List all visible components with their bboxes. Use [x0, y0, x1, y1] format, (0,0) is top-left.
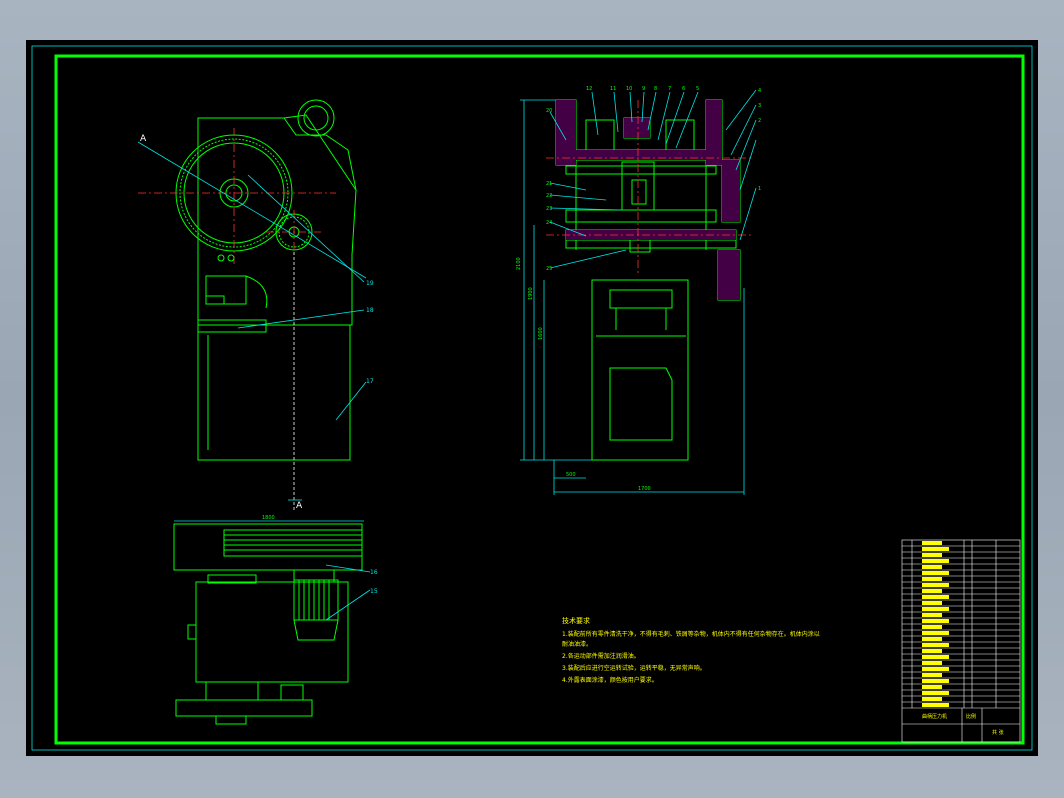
tech-note-line-2: 耐油油漆。 — [562, 640, 592, 648]
balloon-12: 12 — [586, 86, 592, 92]
technical-drawing: A A 19 18 17 1800 16 15 2100 1900 1600 5… — [31, 45, 1033, 751]
plan-view: 1800 16 15 — [173, 515, 378, 725]
title-block-row-text-mark — [922, 631, 949, 635]
balloon-2: 2 — [758, 118, 761, 124]
balloon-18: 18 — [366, 307, 374, 314]
title-block-row-text-mark — [922, 649, 942, 653]
tech-note-line-1: 1.装配前所有零件清洗干净，不得有毛刺、铁屑等杂物，机体内不得有任何杂物存在。机… — [562, 630, 820, 638]
cad-canvas[interactable]: A A 19 18 17 1800 16 15 2100 1900 1600 5… — [26, 40, 1038, 756]
balloon-19: 19 — [366, 280, 374, 287]
title-block-row-text-mark — [922, 625, 942, 629]
balloon-11: 11 — [610, 86, 616, 92]
balloon-21: 21 — [546, 181, 552, 187]
title-block-row-text-mark — [922, 673, 942, 677]
section-marker-bottom: A — [296, 501, 303, 511]
title-block-row-text-mark — [922, 541, 942, 545]
balloon-22: 22 — [546, 193, 552, 199]
title-block-row-text-mark — [922, 589, 942, 593]
title-block-row-text-mark — [922, 661, 942, 665]
title-block-row-text-mark — [922, 565, 942, 569]
title-block-row-text-mark — [922, 619, 949, 623]
tech-notes: 技术要求 1.装配前所有零件清洗干净，不得有毛刺、铁屑等杂物，机体内不得有任何杂… — [562, 616, 820, 684]
tech-note-line-3: 2.各运动部件需加注润滑油。 — [562, 652, 640, 660]
title-block-row-text-mark — [922, 595, 949, 599]
balloon-24: 24 — [546, 220, 552, 226]
tech-note-line-5: 4.外露表面涂漆，颜色按用户要求。 — [562, 676, 658, 684]
tech-notes-title: 技术要求 — [562, 616, 590, 625]
title-block-row-text-mark — [922, 583, 949, 587]
title-block: 曲柄压力机 比例 共 张 — [901, 539, 1021, 743]
title-block-row-text-mark — [922, 655, 949, 659]
title-block-row-text-mark — [922, 559, 949, 563]
title-block-row-text-mark — [922, 577, 942, 581]
inner-frame — [54, 54, 1025, 745]
title-block-row-text-mark — [922, 601, 942, 605]
title-block-sheet: 共 张 — [992, 729, 1004, 736]
title-block-row-text-mark — [922, 613, 942, 617]
title-block-row-text-mark — [922, 667, 949, 671]
title-block-row-text-mark — [922, 553, 942, 557]
balloon-1: 1 — [758, 186, 761, 192]
title-block-row-text-mark — [922, 637, 942, 641]
front-view: A A 19 18 17 — [137, 99, 374, 511]
balloon-15: 15 — [370, 588, 378, 595]
balloon-25: 25 — [546, 266, 552, 272]
tech-note-line-4: 3.装配后应进行空运转试验，运转平稳，无异常声响。 — [562, 664, 706, 672]
dim-height-total: 2100 — [516, 257, 522, 270]
balloon-4: 4 — [758, 88, 761, 94]
balloon-8: 8 — [654, 86, 657, 92]
dim-height-mid: 1900 — [528, 287, 534, 300]
title-block-row-text-mark — [922, 691, 949, 695]
outer-border — [31, 45, 1033, 751]
balloon-7: 7 — [668, 86, 671, 92]
balloon-20: 20 — [546, 108, 552, 114]
dim-width-small: 500 — [566, 472, 576, 478]
title-block-row-text-mark — [922, 679, 949, 683]
title-block-row-text-mark — [922, 703, 949, 707]
dim-width-bottom: 1700 — [638, 486, 651, 492]
title-block-row-text-mark — [922, 697, 942, 701]
title-block-row-text-mark — [922, 643, 949, 647]
balloon-10: 10 — [626, 86, 632, 92]
balloon-16: 16 — [370, 569, 378, 576]
title-block-row-text-mark — [922, 607, 949, 611]
section-marker-top: A — [140, 134, 147, 144]
title-block-drawing-title: 曲柄压力机 — [922, 713, 947, 720]
title-block-row-text-mark — [922, 547, 949, 551]
balloon-9: 9 — [642, 86, 645, 92]
balloon-17: 17 — [366, 378, 374, 385]
balloon-5: 5 — [696, 86, 699, 92]
balloon-3: 3 — [758, 103, 761, 109]
dim-height-low: 1600 — [538, 327, 544, 340]
title-block-row-text-mark — [922, 571, 949, 575]
section-view: 2100 1900 1600 500 1700 12 11 10 9 8 7 6… — [516, 86, 761, 495]
plan-width-dim: 1800 — [262, 515, 275, 521]
balloon-6: 6 — [682, 86, 685, 92]
title-block-scale: 比例 — [966, 713, 976, 720]
title-block-row-text-mark — [922, 685, 942, 689]
balloon-23: 23 — [546, 206, 552, 212]
